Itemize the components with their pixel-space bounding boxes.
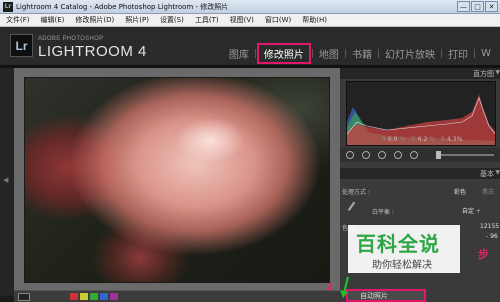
auto-tone-label: 自动照片 <box>360 292 388 300</box>
histogram-title: 直方图 <box>473 70 494 78</box>
window-controls: — □ ✕ <box>457 1 498 12</box>
menu-bar: 文件(F) 编辑(E) 修改照片(D) 照片(P) 设置(S) 工具(T) 视图… <box>0 14 500 27</box>
menu-edit[interactable]: 编辑(E) <box>35 15 70 25</box>
menu-develop[interactable]: 修改照片(D) <box>69 15 119 25</box>
rose-photo <box>24 77 330 283</box>
window-title-bar: Lr Lightroom 4 Catalog - Adobe Photoshop… <box>0 0 500 14</box>
white-balance-label: 白平衡 : <box>372 209 394 216</box>
histogram: R 6.9% G 6.2% B 4.3% <box>346 81 496 146</box>
green-label-icon[interactable] <box>90 293 98 300</box>
toolbar-strip <box>14 290 340 302</box>
white-balance-eyedropper-icon[interactable] <box>347 201 361 215</box>
green-arrow-icon <box>340 276 350 298</box>
crop-tool-icon[interactable] <box>346 151 354 159</box>
module-slideshow[interactable]: 幻灯片放映 <box>380 46 440 61</box>
loupe-view-icon[interactable] <box>18 292 30 301</box>
temperature-value[interactable]: 12155 <box>480 223 499 230</box>
basic-title: 基本 <box>480 170 494 178</box>
menu-help[interactable]: 帮助(H) <box>296 15 332 25</box>
purple-label-icon[interactable] <box>110 293 118 300</box>
window-title: Lightroom 4 Catalog - Adobe Photoshop Li… <box>16 2 229 11</box>
module-map[interactable]: 地图 <box>314 46 344 61</box>
lightroom-logo: Lr <box>10 34 33 57</box>
basic-header[interactable]: 基本 ▼ <box>340 168 500 179</box>
histogram-header[interactable]: 直方图 ▼ <box>340 68 500 79</box>
watermark-subtitle: 助你轻松解决 <box>372 260 432 271</box>
white-balance-select[interactable]: 自定 ÷ <box>462 206 481 215</box>
module-web[interactable]: W <box>476 48 496 59</box>
module-library[interactable]: 图库 <box>224 46 254 61</box>
blue-label-icon[interactable] <box>100 293 108 300</box>
expand-left-panel-icon[interactable]: ◀ <box>3 176 8 184</box>
module-picker: 图库 | 修改照片 | 地图 | 书籍 | 幻灯片放映 | 打印 | W <box>224 43 496 64</box>
collapse-triangle-icon[interactable]: ▼ <box>495 69 500 76</box>
red-label-icon[interactable] <box>70 293 78 300</box>
close-button[interactable]: ✕ <box>485 1 498 12</box>
readout-blue: 4.3 <box>447 136 457 143</box>
menu-file[interactable]: 文件(F) <box>0 15 35 25</box>
module-book[interactable]: 书籍 <box>347 46 377 61</box>
petal-highlight <box>175 118 245 163</box>
treatment-bw-option[interactable]: 黑白 <box>482 187 494 196</box>
readout-green: 6.2 <box>417 136 428 143</box>
tool-slider-track[interactable] <box>438 154 494 156</box>
menu-view[interactable]: 视图(V) <box>224 15 259 25</box>
module-print[interactable]: 打印 <box>443 46 473 61</box>
yellow-label-icon[interactable] <box>80 293 88 300</box>
treatment-label: 处理方式 : <box>342 189 370 196</box>
treatment-color-option[interactable]: 彩色 <box>454 187 466 196</box>
module-bar: Lr ADOBE PHOTOSHOP LIGHTROOM 4 图库 | 修改照片… <box>0 27 500 65</box>
module-develop[interactable]: 修改照片 <box>256 43 311 64</box>
step-text-fragment: 步 <box>478 248 489 261</box>
readout-red: 6.9 <box>387 136 398 143</box>
graduated-filter-icon[interactable] <box>394 151 402 159</box>
brand-subtitle: ADOBE PHOTOSHOP <box>38 36 104 42</box>
minimize-button[interactable]: — <box>457 1 470 12</box>
tool-strip <box>340 148 500 162</box>
menu-settings[interactable]: 设置(S) <box>154 15 189 25</box>
step-number: 2 <box>326 282 333 293</box>
maximize-button[interactable]: □ <box>471 1 484 12</box>
menu-tools[interactable]: 工具(T) <box>189 15 224 25</box>
readout-unit: % <box>456 136 463 143</box>
menu-photo[interactable]: 照片(P) <box>119 15 154 25</box>
watermark-badge: 百科全说 助你轻松解决 <box>348 225 460 273</box>
watermark-title: 百科全说 <box>356 232 440 256</box>
menu-window[interactable]: 窗口(W) <box>259 15 296 25</box>
photo-canvas[interactable] <box>14 68 340 290</box>
lightroom-app-icon: Lr <box>3 1 13 12</box>
color-label-filters <box>70 293 118 300</box>
tint-value[interactable]: - 96 <box>486 233 498 240</box>
radial-brush-icon[interactable] <box>410 151 418 159</box>
auto-tone-button[interactable]: 自动照片 <box>346 289 426 302</box>
brand-title: LIGHTROOM 4 <box>38 43 147 60</box>
left-panel-collapsed[interactable]: ◀ <box>0 68 14 296</box>
tool-slider-knob[interactable] <box>436 151 441 159</box>
collapse-triangle-icon[interactable]: ▼ <box>495 169 500 176</box>
spot-removal-icon[interactable] <box>362 151 370 159</box>
red-eye-icon[interactable] <box>378 151 386 159</box>
histogram-readout: R 6.9% G 6.2% B 4.3% <box>381 136 463 143</box>
